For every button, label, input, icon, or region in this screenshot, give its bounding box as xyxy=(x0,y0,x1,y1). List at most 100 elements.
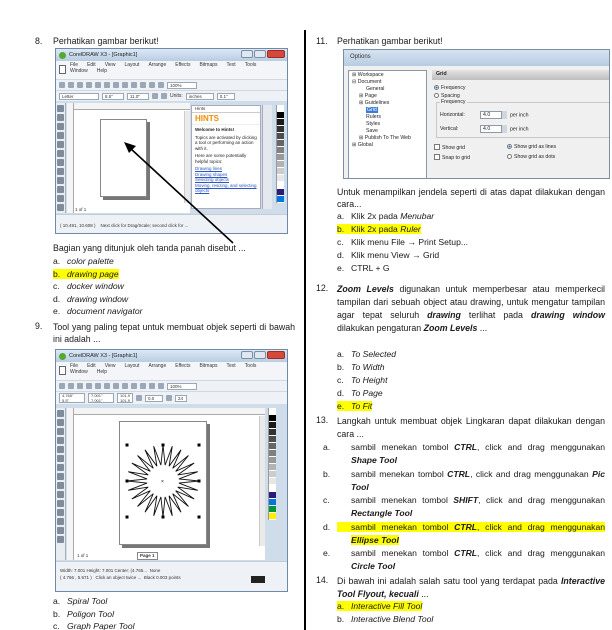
docker-tabs[interactable] xyxy=(262,105,272,209)
scale-fields[interactable]: 101.9 101.9 xyxy=(117,393,133,403)
open-icon[interactable] xyxy=(68,383,74,389)
horizontal-ruler[interactable] xyxy=(67,408,265,415)
palette-swatch[interactable] xyxy=(269,429,276,436)
tree-item-page[interactable]: ⊞ Page xyxy=(352,93,423,100)
page-navigator[interactable]: 1 of 1 xyxy=(77,553,88,559)
palette-swatch[interactable] xyxy=(277,154,284,161)
tree-item-rulers[interactable]: Rulers xyxy=(352,114,423,121)
import-icon[interactable] xyxy=(140,82,146,88)
vertical-input[interactable]: 4.0 xyxy=(480,125,502,133)
smart-fill-tool-icon[interactable] xyxy=(57,150,64,157)
print-icon[interactable] xyxy=(86,383,92,389)
palette-swatch[interactable] xyxy=(277,168,284,175)
star-object[interactable]: × xyxy=(119,421,215,545)
menu-item-text[interactable]: Text xyxy=(227,363,236,369)
tree-item-document[interactable]: ⊟ Document xyxy=(352,79,423,86)
close-button[interactable] xyxy=(267,351,285,359)
palette-swatch[interactable] xyxy=(269,464,276,471)
tree-item-publish-to-the-web[interactable]: ⊞ Publish To The Web xyxy=(352,135,423,142)
q13-option-d[interactable]: d. sambil menekan tombol CTRL, click and … xyxy=(323,521,605,547)
palette-swatch[interactable] xyxy=(269,471,276,478)
cut-icon[interactable] xyxy=(95,82,101,88)
q11-option-d[interactable]: d. Klik menu View → Grid xyxy=(337,250,439,261)
palette-swatch[interactable] xyxy=(277,140,284,147)
launcher-icon[interactable] xyxy=(158,383,164,389)
q12-option-b[interactable]: b. To Width xyxy=(337,362,385,373)
close-button[interactable] xyxy=(267,50,285,58)
save-icon[interactable] xyxy=(77,82,83,88)
maximize-button[interactable] xyxy=(254,351,266,359)
selection-handle[interactable] xyxy=(125,479,129,483)
shape-tool-icon[interactable] xyxy=(57,114,64,121)
points-field[interactable]: 24 xyxy=(175,394,187,402)
q8-option-a[interactable]: a. color palette xyxy=(53,256,114,267)
minimize-button[interactable] xyxy=(241,351,253,359)
menu-item-help[interactable]: Help xyxy=(97,369,107,375)
menu-item-edit[interactable]: Edit xyxy=(87,62,96,68)
menu-item-bitmaps[interactable]: Bitmaps xyxy=(199,62,217,68)
palette-swatch[interactable] xyxy=(269,457,276,464)
new-icon[interactable] xyxy=(59,82,65,88)
menu-item-tools[interactable]: Tools xyxy=(245,62,257,68)
eyedropper-tool-icon[interactable] xyxy=(57,518,64,525)
undo-icon[interactable] xyxy=(122,82,128,88)
palette-swatch[interactable] xyxy=(269,450,276,457)
q9-option-c[interactable]: c. Graph Paper Tool xyxy=(53,621,135,630)
portrait-icon[interactable] xyxy=(152,93,158,99)
q8-option-b[interactable]: b. drawing page xyxy=(53,268,119,280)
menu-item-effects[interactable]: Effects xyxy=(175,62,190,68)
frequency-radio[interactable]: Frequency xyxy=(434,85,466,92)
menu-item-text[interactable]: Text xyxy=(227,62,236,68)
selection-handle[interactable] xyxy=(125,443,129,447)
polygon-star-icon[interactable] xyxy=(166,395,172,401)
units-select[interactable]: inches xyxy=(185,92,214,100)
q11-option-e[interactable]: e. CTRL + G xyxy=(337,263,390,274)
zoom-field[interactable]: 100% xyxy=(167,81,197,89)
vertical-ruler[interactable] xyxy=(67,408,74,560)
tree-item-styles[interactable]: Styles xyxy=(352,121,423,128)
launcher-icon[interactable] xyxy=(158,82,164,88)
menu-item-arrange[interactable]: Arrange xyxy=(148,62,166,68)
freehand-tool-icon[interactable] xyxy=(57,446,64,453)
copy-icon[interactable] xyxy=(104,82,110,88)
menu-item-edit[interactable]: Edit xyxy=(87,363,96,369)
palette-swatch[interactable] xyxy=(269,478,276,485)
selection-handle[interactable] xyxy=(125,515,129,519)
tree-item-grid[interactable]: Grid xyxy=(352,107,423,114)
options-tree[interactable]: ⊞ Workspace ⊟ Document General ⊞ Page ⊞ Guid… xyxy=(348,70,427,178)
palette-swatch[interactable] xyxy=(277,112,284,119)
paper-type-select[interactable]: Letter xyxy=(59,92,99,100)
grid-as-lines-radio[interactable]: Show grid as lines xyxy=(507,144,556,151)
palette-swatch[interactable] xyxy=(269,415,276,422)
paste-icon[interactable] xyxy=(113,82,119,88)
position-fields[interactable]: 4.765" 5.5" xyxy=(59,393,85,403)
q13-option-a[interactable]: a. sambil menekan tombol CTRL, click and … xyxy=(323,441,605,467)
palette-swatch[interactable] xyxy=(269,492,276,499)
palette-swatch[interactable] xyxy=(277,196,284,203)
palette-swatch[interactable] xyxy=(269,422,276,429)
palette-swatch[interactable] xyxy=(277,182,284,189)
ellipse-tool-icon[interactable] xyxy=(57,168,64,175)
palette-swatch[interactable] xyxy=(277,126,284,133)
smart-fill-tool-icon[interactable] xyxy=(57,455,64,462)
tree-item-guidelines[interactable]: ⊞ Guidelines xyxy=(352,100,423,107)
vertical-ruler[interactable] xyxy=(67,103,74,213)
zoom-field[interactable]: 100% xyxy=(167,382,197,390)
page-navigator[interactable]: 1 of 1 xyxy=(75,207,86,213)
copy-icon[interactable] xyxy=(104,383,110,389)
tree-item-global[interactable]: ⊞ Global xyxy=(352,142,423,149)
q11-option-a[interactable]: a. Klik 2x pada Menubar xyxy=(337,211,434,222)
q13-option-b[interactable]: b. sambil menekan tombol CTRL, click and … xyxy=(323,468,605,494)
q12-option-d[interactable]: d. To Page xyxy=(337,388,383,399)
palette-swatch[interactable] xyxy=(277,175,284,182)
q11-option-c[interactable]: c. Klik menu File → Print Setup... xyxy=(337,237,468,248)
angle-field[interactable]: 0.0 xyxy=(145,394,163,402)
palette-swatch[interactable] xyxy=(269,513,276,520)
pick-tool-icon[interactable] xyxy=(57,410,64,417)
pick-tool-icon[interactable] xyxy=(57,105,64,112)
undo-icon[interactable] xyxy=(122,383,128,389)
q13-option-e[interactable]: e. sambil menekan tombol CTRL, click and … xyxy=(323,547,605,573)
tree-item-workspace[interactable]: ⊞ Workspace xyxy=(352,72,423,79)
basic-shapes-tool-icon[interactable] xyxy=(57,491,64,498)
size-fields[interactable]: 7.001" 7.001" xyxy=(88,393,114,403)
